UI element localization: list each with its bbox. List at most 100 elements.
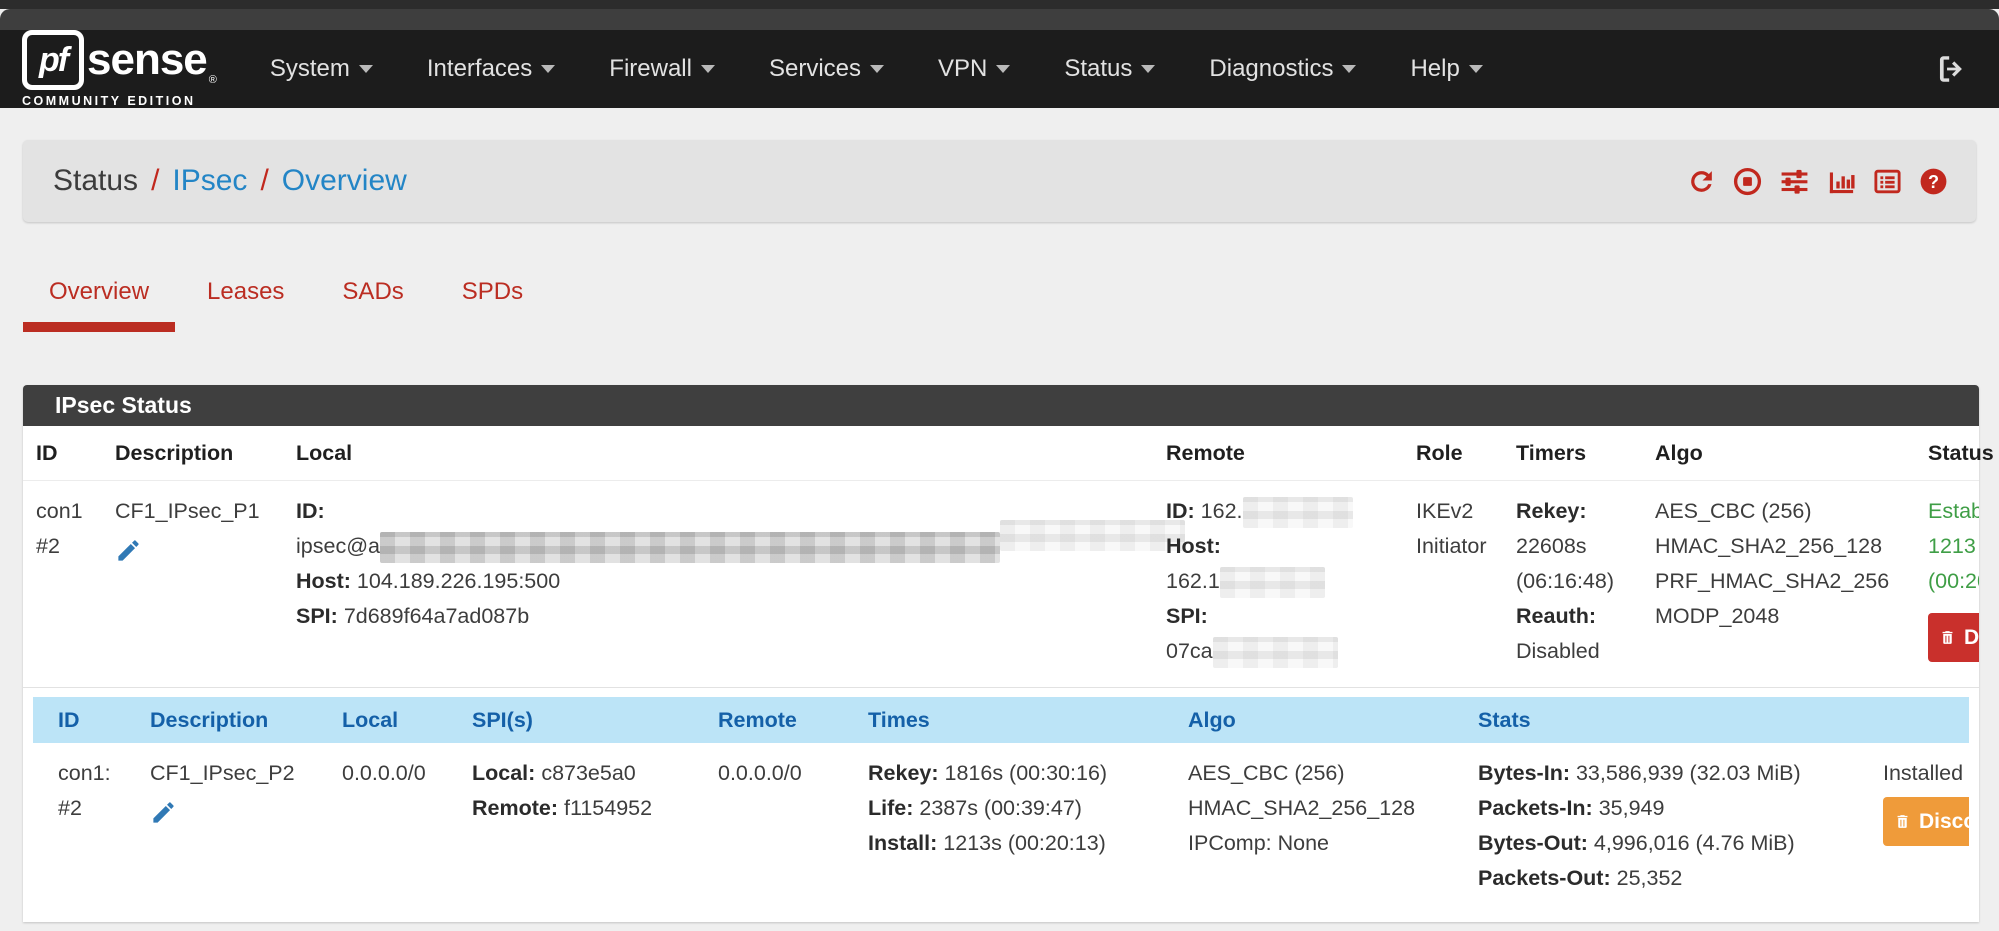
redacted-block <box>380 532 1000 563</box>
bar-chart-icon[interactable] <box>1826 166 1857 197</box>
col-header-local: Local <box>296 441 352 466</box>
breadcrumb-overview-link[interactable]: Overview <box>282 164 407 198</box>
col-header-algo: Algo <box>1655 441 1703 466</box>
rekey-time: (06:16:48) <box>1516 569 1614 593</box>
ipsec-tabs: Overview Leases SADs SPDs <box>23 278 555 332</box>
tab-spds[interactable]: SPDs <box>436 278 549 332</box>
menu-diagnostics-label: Diagnostics <box>1209 55 1333 83</box>
menu-vpn[interactable]: VPN <box>911 55 1037 83</box>
chevron-down-icon <box>1342 65 1356 73</box>
cell-id: con1: #2 <box>58 756 111 826</box>
pfsense-logo[interactable]: pf sense ® COMMUNITY EDITION <box>22 30 217 108</box>
connection-instance: #2 <box>36 534 60 558</box>
packets-in-value: 35,949 <box>1599 796 1665 820</box>
remote-id-value: 162. <box>1201 499 1243 523</box>
status-installed: Installed <box>1883 761 1963 785</box>
install-value: 1213s (00:20:13) <box>943 831 1106 855</box>
chevron-down-icon <box>701 65 715 73</box>
ipsec-status-panel: IPsec Status ID Description Local Remote… <box>23 385 1979 922</box>
col-header-timers: Timers <box>1516 441 1586 466</box>
disconnect-button[interactable]: Disconnect <box>1883 797 1969 846</box>
menu-services[interactable]: Services <box>742 55 911 83</box>
stop-icon[interactable] <box>1732 166 1763 197</box>
local-network: 0.0.0.0/0 <box>342 761 426 785</box>
rekey-value: 1816s (00:30:16) <box>945 761 1108 785</box>
rekey-label: Rekey: <box>1516 499 1587 523</box>
menu-services-label: Services <box>769 55 861 83</box>
col-header-description: Description <box>115 441 233 466</box>
status-established: Established <box>1928 499 1979 523</box>
cell-timers: Rekey: 22608s (06:16:48) Reauth: Disable… <box>1516 494 1614 669</box>
col-header-role: Role <box>1416 441 1463 466</box>
page-action-toolbar: ? <box>1686 166 1949 197</box>
child-table-header-row: ID Description Local SPI(s) Remote Times… <box>33 697 1969 743</box>
menu-interfaces-label: Interfaces <box>427 55 532 83</box>
menu-help-label: Help <box>1410 55 1459 83</box>
cell-local-network: 0.0.0.0/0 <box>342 756 426 791</box>
menu-help[interactable]: Help <box>1383 55 1509 83</box>
bytes-in-value: 33,586,939 (32.03 MiB) <box>1576 761 1801 785</box>
status-uptime-hms: (00:20:13) <box>1928 569 1979 593</box>
life-label: Life: <box>868 796 913 820</box>
tab-sads[interactable]: SADs <box>316 278 429 332</box>
bytes-out-value: 4,996,016 (4.76 MiB) <box>1594 831 1795 855</box>
child-sa-row: con1: #2 CF1_IPsec_P2 0.0.0.0/0 Local: c… <box>33 743 1969 911</box>
redacted-block <box>1000 520 1185 551</box>
help-icon[interactable]: ? <box>1918 166 1949 197</box>
breadcrumb-separator: / <box>151 164 159 198</box>
child-sa-table: ID Description Local SPI(s) Remote Times… <box>33 697 1969 911</box>
community-edition-label: COMMUNITY EDITION <box>22 94 217 108</box>
algo-encryption: AES_CBC (256) <box>1188 761 1345 785</box>
chevron-down-icon <box>1469 65 1483 73</box>
col-header-remote: Remote <box>1166 441 1245 466</box>
svg-text:?: ? <box>1928 171 1939 191</box>
col-header-id: ID <box>36 441 58 466</box>
chevron-down-icon <box>996 65 1010 73</box>
remote-spi-value: 07ca <box>1166 639 1213 663</box>
menu-diagnostics[interactable]: Diagnostics <box>1182 55 1383 83</box>
algo-prf: PRF_HMAC_SHA2_256 <box>1655 569 1889 593</box>
local-spi-label: SPI: <box>296 604 338 628</box>
install-label: Install: <box>868 831 937 855</box>
window-top-strip <box>0 0 1999 9</box>
ike-role: Initiator <box>1416 534 1487 558</box>
menu-system[interactable]: System <box>243 55 400 83</box>
refresh-icon[interactable] <box>1686 166 1717 197</box>
disconnect-button[interactable]: Disconnect <box>1928 613 1979 662</box>
filter-sliders-icon[interactable] <box>1778 166 1811 197</box>
menu-status[interactable]: Status <box>1037 55 1182 83</box>
breadcrumb: Status / IPsec / Overview <box>53 164 407 198</box>
registered-mark: ® <box>209 74 217 86</box>
edit-pencil-icon[interactable] <box>150 799 177 837</box>
algo-ipcomp: IPComp: None <box>1188 831 1329 855</box>
col-header-status: Status <box>1928 441 1994 466</box>
remote-spi-label: SPI: <box>1166 604 1208 628</box>
status-uptime-seconds: 1213 seconds <box>1928 534 1979 558</box>
cell-id: con1 #2 <box>36 494 83 564</box>
rekey-seconds: 22608s <box>1516 534 1587 558</box>
chevron-down-icon <box>541 65 555 73</box>
cell-local: ID: ipsec@a Host: 104.189.226.195:500 SP… <box>296 494 1185 634</box>
sign-out-icon[interactable] <box>1935 52 1969 86</box>
col-header-spis: SPI(s) <box>472 708 533 733</box>
panel-header: IPsec Status <box>23 385 1979 426</box>
connection-id: con1 <box>36 499 83 523</box>
edit-pencil-icon[interactable] <box>115 537 142 575</box>
pfsense-ipsec-overview-page: pf sense ® COMMUNITY EDITION System Inte… <box>0 0 1999 931</box>
breadcrumb-ipsec-link[interactable]: IPsec <box>172 164 247 198</box>
menu-firewall[interactable]: Firewall <box>582 55 742 83</box>
connection-instance: #2 <box>58 796 82 820</box>
local-id-label: ID: <box>296 499 325 523</box>
menu-interfaces[interactable]: Interfaces <box>400 55 582 83</box>
algo-encryption: AES_CBC (256) <box>1655 499 1812 523</box>
breadcrumb-status: Status <box>53 164 138 198</box>
window-title-strip <box>0 9 1999 30</box>
tab-leases[interactable]: Leases <box>181 278 310 332</box>
menu-status-label: Status <box>1064 55 1132 83</box>
log-list-icon[interactable] <box>1872 166 1903 197</box>
col-header-stats: Stats <box>1478 708 1531 733</box>
remote-network: 0.0.0.0/0 <box>718 761 802 785</box>
tab-overview[interactable]: Overview <box>23 278 175 332</box>
local-host-value: 104.189.226.195:500 <box>357 569 560 593</box>
local-host-label: Host: <box>296 569 351 593</box>
